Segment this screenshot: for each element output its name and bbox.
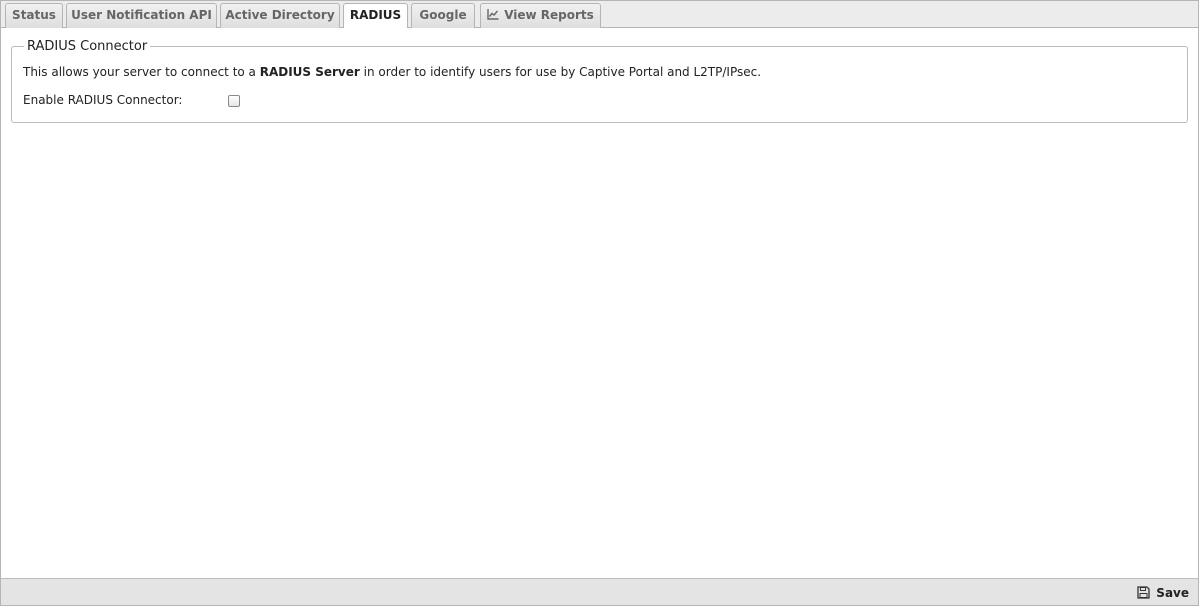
- tab-content: RADIUS Connector This allows your server…: [1, 28, 1198, 578]
- tab-label: Status: [12, 8, 56, 22]
- fieldset-legend: RADIUS Connector: [24, 38, 151, 55]
- tab-active-directory[interactable]: Active Directory: [220, 3, 340, 28]
- save-label: Save: [1156, 586, 1189, 600]
- tab-label: User Notification API: [71, 8, 212, 22]
- desc-text-end: in order to identify users for use by Ca…: [359, 65, 762, 79]
- radius-description: This allows your server to connect to a …: [23, 65, 761, 80]
- tab-label: Google: [419, 8, 467, 22]
- app-window: Status User Notification API Active Dire…: [0, 0, 1199, 606]
- tab-user-notification-api[interactable]: User Notification API: [66, 3, 217, 28]
- tab-google[interactable]: Google: [411, 3, 475, 28]
- save-button[interactable]: Save: [1137, 584, 1189, 602]
- enable-radius-checkbox[interactable]: [228, 95, 240, 107]
- tab-status[interactable]: Status: [5, 3, 63, 28]
- floppy-disk-icon: [1137, 586, 1150, 599]
- enable-radius-label: Enable RADIUS Connector:: [23, 93, 183, 107]
- tab-view-reports[interactable]: View Reports: [480, 3, 601, 28]
- desc-bold: RADIUS Server: [259, 65, 360, 79]
- desc-text: This allows your server to connect to a: [23, 65, 260, 79]
- tab-label: Active Directory: [225, 8, 335, 22]
- tab-radius[interactable]: RADIUS: [343, 3, 408, 29]
- tab-bar: Status User Notification API Active Dire…: [1, 1, 1198, 29]
- tab-label: View Reports: [504, 8, 594, 22]
- tab-label: RADIUS: [349, 8, 402, 22]
- footer-bar: Save: [1, 578, 1198, 605]
- radius-connector-fieldset: RADIUS Connector This allows your server…: [11, 38, 1188, 123]
- chart-line-icon: [487, 5, 499, 20]
